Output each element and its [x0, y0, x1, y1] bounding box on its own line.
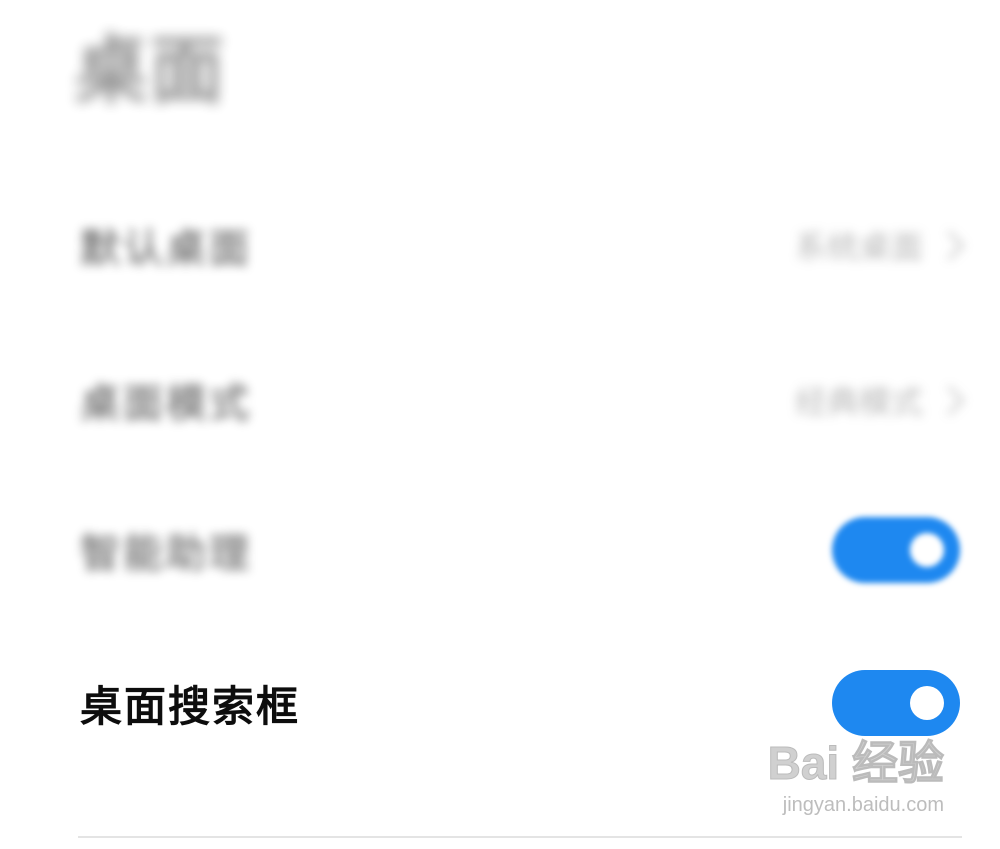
setting-row-desktop-mode[interactable]: 桌面模式 经典模式 — [80, 345, 965, 455]
setting-label-smart-assistant: 智能助理 — [80, 531, 252, 577]
section-title: 桌面 — [74, 28, 226, 114]
setting-value-default-desktop-text: 系统桌面 — [794, 228, 923, 266]
watermark-brand: Bai 经验 — [767, 737, 944, 789]
setting-row-default-desktop[interactable]: 默认桌面 系统桌面 — [80, 190, 965, 300]
setting-row-smart-assistant: 智能助理 — [80, 495, 960, 605]
settings-page: 桌面 默认桌面 系统桌面 桌面模式 经典模式 智能助理 桌面搜索框 Bai 经验… — [0, 0, 1000, 849]
setting-value-desktop-mode: 经典模式 — [794, 377, 965, 423]
setting-label-desktop-mode: 桌面模式 — [80, 381, 252, 427]
toggle-knob — [910, 686, 944, 720]
desktop-search-box-toggle[interactable] — [832, 670, 960, 736]
baidu-jingyan-watermark: Bai 经验 jingyan.baidu.com — [744, 740, 944, 832]
watermark-url: jingyan.baidu.com — [782, 794, 944, 816]
chevron-right-icon — [934, 385, 965, 415]
setting-value-default-desktop: 系统桌面 — [794, 222, 965, 268]
toggle-knob — [910, 533, 944, 567]
setting-label-default-desktop: 默认桌面 — [80, 226, 252, 272]
setting-label-desktop-search-box: 桌面搜索框 — [80, 681, 301, 731]
setting-value-desktop-mode-text: 经典模式 — [794, 383, 923, 421]
smart-assistant-toggle[interactable] — [832, 517, 960, 583]
chevron-right-icon — [934, 230, 965, 260]
divider — [78, 836, 962, 838]
